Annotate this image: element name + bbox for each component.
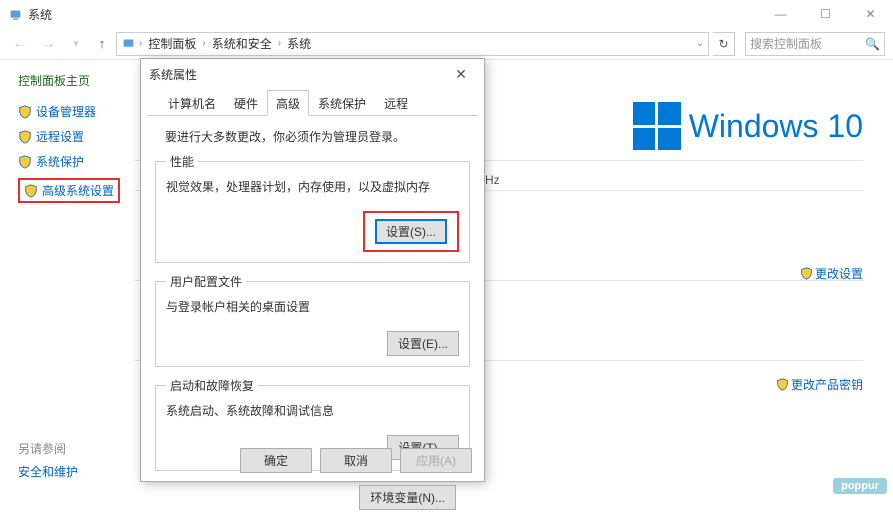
dropdown-icon[interactable]: ⌄ [696, 38, 704, 49]
tab-system-protection[interactable]: 系统保护 [309, 90, 375, 116]
sidebar-item-advanced-settings[interactable]: 高级系统设置 [24, 182, 114, 199]
crumb-control-panel[interactable]: 控制面板 [146, 35, 198, 52]
system-icon [121, 37, 135, 51]
startup-recovery-desc: 系统启动、系统故障和调试信息 [166, 402, 459, 419]
sidebar-item-label: 系统保护 [36, 153, 84, 170]
change-settings-link[interactable]: 更改设置 [800, 265, 863, 282]
dialog-tabs: 计算机名 硬件 高级 系统保护 远程 [147, 89, 478, 116]
see-also: 另请参阅 安全和维护 [18, 440, 78, 480]
crumb-system-security[interactable]: 系统和安全 [210, 35, 274, 52]
tab-hardware[interactable]: 硬件 [225, 90, 267, 116]
sidebar-item-device-manager[interactable]: 设备管理器 [18, 103, 125, 120]
user-profiles-desc: 与登录帐户相关的桌面设置 [166, 298, 459, 315]
system-properties-dialog: 系统属性 ✕ 计算机名 硬件 高级 系统保护 远程 要进行大多数更改，你必须作为… [140, 58, 485, 482]
back-button[interactable]: ← [8, 35, 32, 53]
performance-desc: 视觉效果，处理器计划，内存使用，以及虚拟内存 [166, 178, 459, 195]
chevron-right-icon: › [137, 38, 144, 49]
minimize-button[interactable]: — [758, 0, 803, 28]
dialog-titlebar: 系统属性 ✕ [141, 59, 484, 89]
sidebar-item-advanced-highlight: 高级系统设置 [18, 178, 120, 203]
close-button[interactable]: ✕ [848, 0, 893, 28]
user-profiles-legend: 用户配置文件 [166, 273, 246, 290]
dialog-close-button[interactable]: ✕ [446, 66, 476, 83]
sidebar-item-system-protection[interactable]: 系统保护 [18, 153, 125, 170]
refresh-button[interactable]: ↻ [713, 32, 735, 56]
address-bar: ← → ▾ ↑ › 控制面板 › 系统和安全 › 系统 ⌄ ↻ 搜索控制面板 🔍 [0, 28, 893, 60]
change-product-key-link[interactable]: 更改产品密钥 [776, 376, 863, 393]
shield-icon [18, 130, 32, 144]
user-profiles-settings-button[interactable]: 设置(E)... [387, 331, 459, 356]
shield-icon [24, 184, 38, 198]
user-profiles-group: 用户配置文件 与登录帐户相关的桌面设置 设置(E)... [155, 273, 470, 367]
hz-text: Hz [485, 173, 500, 187]
performance-group: 性能 视觉效果，处理器计划，内存使用，以及虚拟内存 设置(S)... [155, 153, 470, 263]
shield-icon [18, 155, 32, 169]
sidebar-item-label: 设备管理器 [36, 103, 96, 120]
up-button[interactable]: ↑ [92, 36, 112, 51]
sidebar-item-remote-settings[interactable]: 远程设置 [18, 128, 125, 145]
chevron-right-icon: › [200, 38, 207, 49]
windows10-branding: Windows 10 [633, 102, 863, 150]
sidebar-item-label: 远程设置 [36, 128, 84, 145]
windows10-text: Windows 10 [689, 108, 863, 145]
maximize-button[interactable]: ☐ [803, 0, 848, 28]
window-title: 系统 [28, 6, 52, 23]
search-icon: 🔍 [865, 37, 880, 51]
cancel-button[interactable]: 取消 [320, 448, 392, 473]
history-dropdown[interactable]: ▾ [64, 37, 88, 50]
windows-logo-icon [633, 102, 681, 150]
breadcrumb[interactable]: › 控制面板 › 系统和安全 › 系统 ⌄ [116, 32, 709, 56]
see-also-header: 另请参阅 [18, 440, 78, 457]
crumb-system[interactable]: 系统 [285, 35, 313, 52]
sidebar: 控制面板主页 设备管理器 远程设置 系统保护 高级系统设置 [0, 60, 135, 500]
sidebar-header[interactable]: 控制面板主页 [18, 72, 125, 89]
system-icon [8, 7, 22, 21]
tab-advanced[interactable]: 高级 [267, 90, 309, 116]
shield-icon [776, 378, 789, 391]
admin-note: 要进行大多数更改，你必须作为管理员登录。 [155, 126, 470, 153]
tab-remote[interactable]: 远程 [375, 90, 417, 116]
chevron-right-icon: › [276, 38, 283, 49]
apply-button[interactable]: 应用(A) [400, 448, 472, 473]
forward-button[interactable]: → [36, 35, 60, 53]
see-also-link[interactable]: 安全和维护 [18, 463, 78, 480]
performance-legend: 性能 [166, 153, 198, 170]
sidebar-item-label: 高级系统设置 [42, 182, 114, 199]
performance-settings-highlight: 设置(S)... [363, 211, 459, 252]
environment-variables-button[interactable]: 环境变量(N)... [359, 485, 456, 510]
dialog-footer: 确定 取消 应用(A) [240, 448, 472, 473]
ok-button[interactable]: 确定 [240, 448, 312, 473]
shield-icon [18, 105, 32, 119]
search-placeholder: 搜索控制面板 [750, 35, 822, 52]
shield-icon [800, 267, 813, 280]
watermark: poppur [833, 478, 887, 494]
dialog-title: 系统属性 [149, 66, 197, 83]
performance-settings-button[interactable]: 设置(S)... [375, 219, 447, 244]
window-titlebar: 系统 — ☐ ✕ [0, 0, 893, 28]
tab-computer-name[interactable]: 计算机名 [159, 90, 225, 116]
search-input[interactable]: 搜索控制面板 🔍 [745, 32, 885, 56]
startup-recovery-legend: 启动和故障恢复 [166, 377, 258, 394]
